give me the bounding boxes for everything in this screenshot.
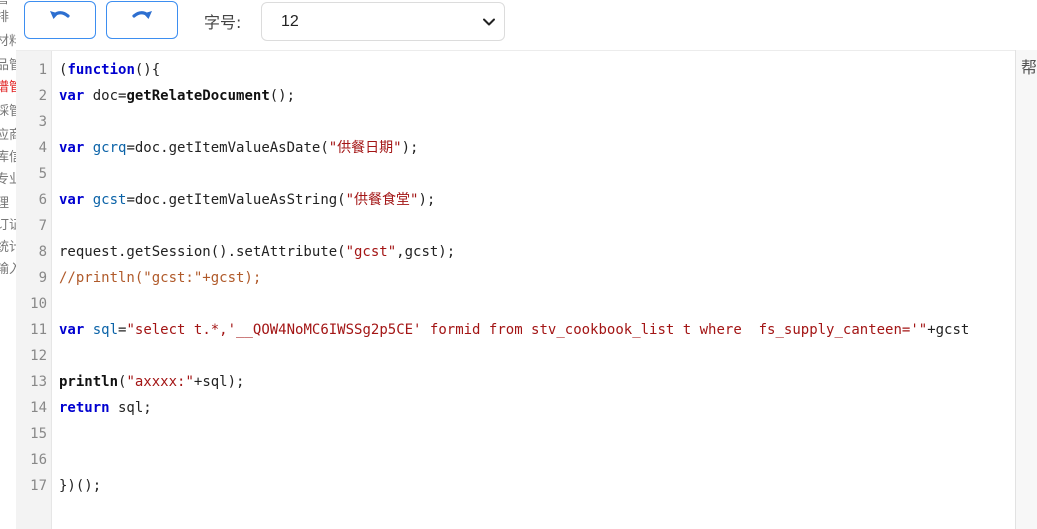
code-token: function [67,62,135,78]
font-size-value: 12 [281,12,299,30]
left-menu-item[interactable]: 应商 [0,128,16,144]
code-token: (){ [134,62,161,78]
code-token: doc= [84,88,127,104]
line-number: 5 [38,166,47,182]
redo-icon [127,7,157,33]
code-token: gcrq [92,140,127,156]
left-menu-item[interactable]: 品管 [0,58,16,74]
font-size-select[interactable]: 12 [261,2,505,41]
code-token: ,gcst); [396,244,456,260]
code-token: })(); [59,478,102,494]
code-token: var [59,192,85,208]
code-line: (function(){ [59,57,160,83]
left-menu-item[interactable]: 管 [0,0,16,8]
line-number: 12 [30,348,47,364]
line-number: 13 [30,374,47,390]
line-number-gutter: 1 2 3 4 5 6 7 8 9 10 11 12 13 14 15 16 17 [16,51,52,529]
redo-button[interactable] [106,1,178,39]
code-line: var gcst=doc.getItemValueAsString("供餐食堂"… [59,187,435,213]
code-line: })(); [59,473,101,499]
left-menu-item[interactable]: 谱管 [0,80,16,96]
left-menu-item[interactable]: 理 [0,196,16,212]
line-number: 8 [38,244,47,260]
code-token: "select t.*,'__QOW4NoMC6IWSSg2p5CE' form… [126,322,928,338]
code-token: (); [269,88,296,104]
code-token: var [59,140,85,156]
code-token: ); [418,192,436,208]
code-token: "供餐食堂" [345,192,419,208]
left-menu-item[interactable]: 材料 [0,34,16,50]
line-number: 17 [30,478,47,494]
code-token: =doc.getItemValueAsDate( [126,140,329,156]
code-token: +gcst [927,322,970,338]
code-line: var doc=getRelateDocument(); [59,83,295,109]
code-token: +sql); [193,374,245,390]
line-number: 9 [38,270,47,286]
line-number: 6 [38,192,47,208]
code-token: getRelateDocument [126,88,270,104]
line-number: 2 [38,88,47,104]
font-size-label: 字号: [204,13,242,32]
line-number: 1 [38,62,47,78]
chevron-down-icon [482,15,496,29]
left-menu-item[interactable]: 订证 [0,218,16,234]
code-token: request.getSession().setAttribute( [59,244,346,260]
code-line: println("axxxx:"+sql); [59,369,244,395]
code-line: //println("gcst:"+gcst); [59,265,261,291]
code-token: "供餐日期" [328,140,402,156]
help-label: 帮助 [1021,58,1037,77]
left-menu-strip: 管排材料品管谱管採管应商库信专业理订证统计输入 [0,0,16,529]
left-menu-item[interactable]: 採管 [0,104,16,120]
code-token: println [59,374,119,390]
left-menu-item[interactable]: 库信 [0,150,16,166]
left-menu-item[interactable]: 专业 [0,172,16,188]
left-menu-item[interactable]: 统计 [0,240,16,256]
code-token: =doc.getItemValueAsString( [126,192,346,208]
left-menu-item[interactable]: 输入 [0,262,16,278]
code-token: var [59,322,85,338]
undo-icon [45,7,75,33]
code-token: var [59,88,85,104]
code-token: gcst [92,192,127,208]
code-area[interactable]: (function(){var doc=getRelateDocument();… [59,51,1015,529]
line-number: 4 [38,140,47,156]
line-number: 16 [30,452,47,468]
code-line: request.getSession().setAttribute("gcst"… [59,239,455,265]
line-number: 11 [30,322,47,338]
line-number: 10 [30,296,47,312]
line-number: 3 [38,114,47,130]
code-token: return [59,400,110,416]
line-number: 15 [30,426,47,442]
toolbar: 字号: 12 [16,0,1037,50]
left-menu-item[interactable]: 排 [0,10,16,26]
code-line: return sql; [59,395,152,421]
code-token: ); [401,140,419,156]
help-panel[interactable]: 帮助 [1015,50,1037,529]
code-line: var sql="select t.*,'__QOW4NoMC6IWSSg2p5… [59,317,969,343]
undo-button[interactable] [24,1,96,39]
code-editor[interactable]: 1 2 3 4 5 6 7 8 9 10 11 12 13 14 15 16 17 (function(){va… [16,50,1015,529]
code-token: sql; [109,400,152,416]
line-number: 7 [38,218,47,234]
line-number: 14 [30,400,47,416]
code-token: //println("gcst:"+gcst); [59,270,262,286]
code-token: "gcst" [345,244,397,260]
code-line: var gcrq=doc.getItemValueAsDate("供餐日期"); [59,135,418,161]
code-token: "axxxx:" [126,374,194,390]
code-token: sql [92,322,119,338]
